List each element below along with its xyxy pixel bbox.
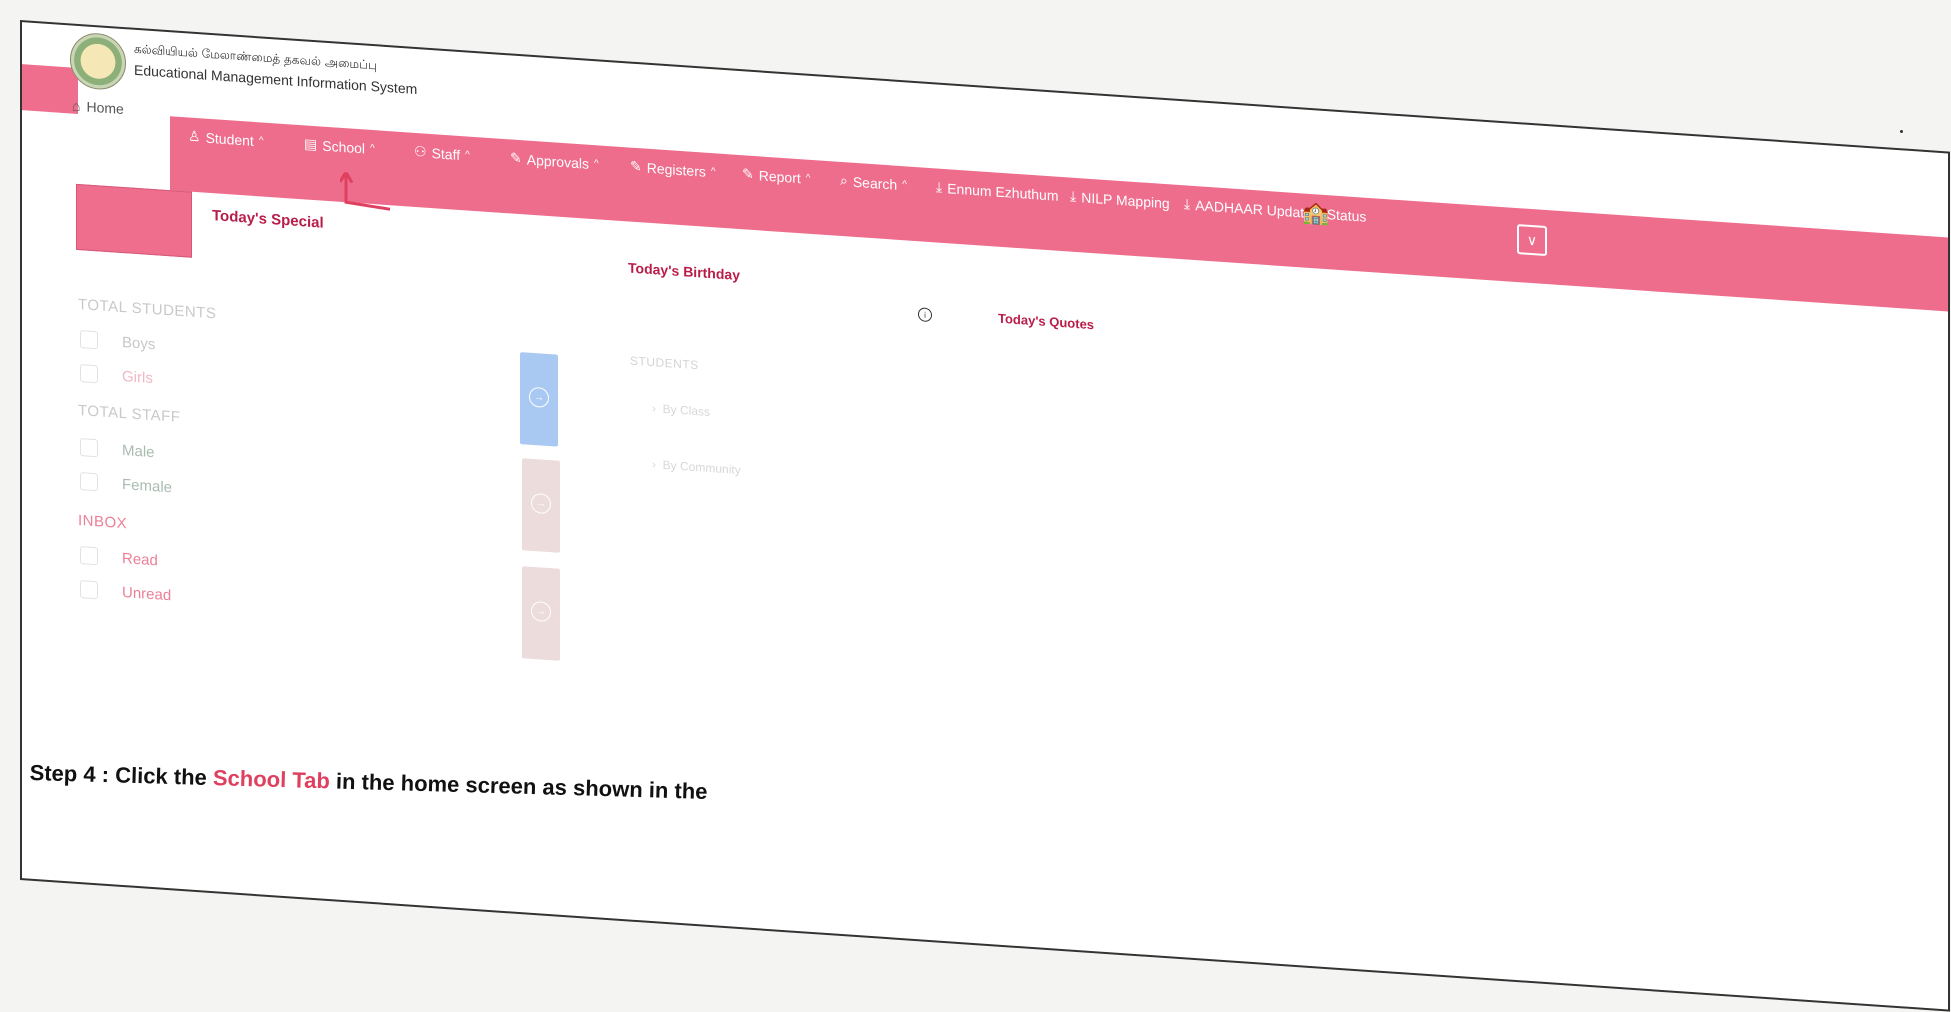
nav-approvals-label: Approvals [526,151,589,172]
nav-report[interactable]: ✎ Report ^ [742,165,810,187]
arrow-right-circle-icon: → [529,386,549,409]
info-icon[interactable]: i [918,307,932,323]
chevron-up-icon: ^ [805,172,811,184]
chevron-up-icon: ^ [370,142,375,155]
caption-highlight: School Tab [212,765,331,794]
staff-card[interactable]: → [522,458,560,553]
arrow-right-circle-icon: → [531,492,551,515]
nav-school[interactable]: ▤ School ^ [304,135,375,157]
unread-label: Unread [122,583,172,604]
inbox-card[interactable]: → [522,566,560,661]
nav-home[interactable]: ⌂ Home [72,98,124,118]
students-card[interactable]: → [520,352,558,447]
school-icon: ▤ [304,135,318,153]
nav-aadhaar-label: AADHAAR Updation Status [1195,196,1367,225]
chevron-up-icon: ^ [258,135,264,147]
pointer-arrow [340,171,390,211]
users-icon: ⚇ [414,142,427,160]
male-label: Male [122,441,155,461]
todays-special-title: Today's Special [212,207,324,232]
male-row: Male [80,438,155,461]
nav-nilp-mapping[interactable]: ⤓ NILP Mapping [1070,188,1170,212]
user-icon: ♙ [188,127,201,145]
edit-icon: ✎ [742,165,754,183]
by-community-label: By Community [662,457,741,478]
nav-ennum-ezhuthum[interactable]: ⤓ Ennum Ezhuthum [936,178,1059,203]
nav-search[interactable]: ⌕ Search ^ [840,172,907,194]
search-icon: ⌕ [840,171,848,189]
nav-registers-label: Registers [646,159,706,180]
girls-label: Girls [122,367,153,387]
download-icon: ⤓ [1184,195,1191,212]
todays-quotes-title: Today's Quotes [998,310,1095,333]
mail-open-icon [80,546,98,566]
by-class-item[interactable]: › By Class [652,401,710,419]
students-panel-label: STUDENTS [630,353,699,373]
total-staff-heading: TOTAL STAFF [78,401,181,426]
chevron-up-icon: ^ [902,179,907,191]
main-navbar: ♙ Student ^ ▤ School ^ ⚇ Staff ^ ✎ Appro… [170,116,1950,313]
female-row: Female [80,472,172,496]
female-label: Female [122,475,173,496]
screenshot-frame: கல்வியியல் மேலாண்மைத் தகவல் அமைப்பு Educ… [20,20,1950,1012]
chevron-up-icon: ^ [465,149,470,161]
boys-row: Boys [80,330,155,353]
by-community-item[interactable]: › By Community [652,457,741,477]
nav-school-label: School [322,137,366,157]
inbox-read-row[interactable]: Read [80,546,158,569]
male-icon [80,438,98,458]
nav-home-label: Home [86,98,124,118]
girls-row: Girls [80,364,153,387]
nav-report-label: Report [758,166,801,186]
chevron-up-icon: ^ [710,166,716,178]
chevron-down-icon: ∨ [1526,231,1538,248]
nav-nilp-label: NILP Mapping [1081,188,1170,211]
boy-icon [80,330,98,350]
scan-dot [1900,130,1903,133]
nav-registers[interactable]: ✎ Registers ^ [630,158,716,181]
chevron-up-icon: ^ [594,158,599,170]
arrow-right-circle-icon: → [531,600,551,623]
read-label: Read [122,549,158,569]
nav-student[interactable]: ♙ Student ^ [188,127,264,149]
caption-prefix: Step 4 : Click the [29,760,214,791]
nav-approvals[interactable]: ✎ Approvals ^ [510,149,599,172]
nav-search-label: Search [852,173,898,193]
chevron-right-icon: › [652,457,663,472]
total-students-heading: TOTAL STUDENTS [78,295,217,323]
inbox-heading: INBOX [78,511,128,533]
female-icon [80,472,98,492]
emblem-logo [70,31,126,92]
edit-icon: ✎ [630,157,642,175]
nav-staff-label: Staff [431,144,461,163]
nav-aadhaar-status[interactable]: ⤓ AADHAAR Updation Status [1184,195,1366,224]
nav-staff[interactable]: ⚇ Staff ^ [414,143,470,164]
nav-student-label: Student [205,129,254,149]
dropdown-toggle-button[interactable]: ∨ [1517,224,1547,257]
boys-label: Boys [122,333,156,353]
inbox-unread-row[interactable]: Unread [80,580,171,604]
todays-birthday-title: Today's Birthday [628,259,740,284]
page: கல்வியியல் மேலாண்மைத் தகவல் அமைப்பு Educ… [0,0,1951,1012]
download-icon: ⤓ [936,178,943,195]
mail-icon [80,580,98,600]
todays-special-box [76,183,192,258]
chevron-right-icon: › [652,401,663,416]
school-building-icon: 🏫 [1302,199,1330,227]
download-icon: ⤓ [1070,187,1077,205]
nav-left-strip [20,63,78,114]
by-class-label: By Class [662,401,711,420]
home-icon: ⌂ [72,97,81,115]
edit-icon: ✎ [510,149,522,167]
nav-ennum-label: Ennum Ezhuthum [947,179,1059,204]
girl-icon [80,364,98,384]
